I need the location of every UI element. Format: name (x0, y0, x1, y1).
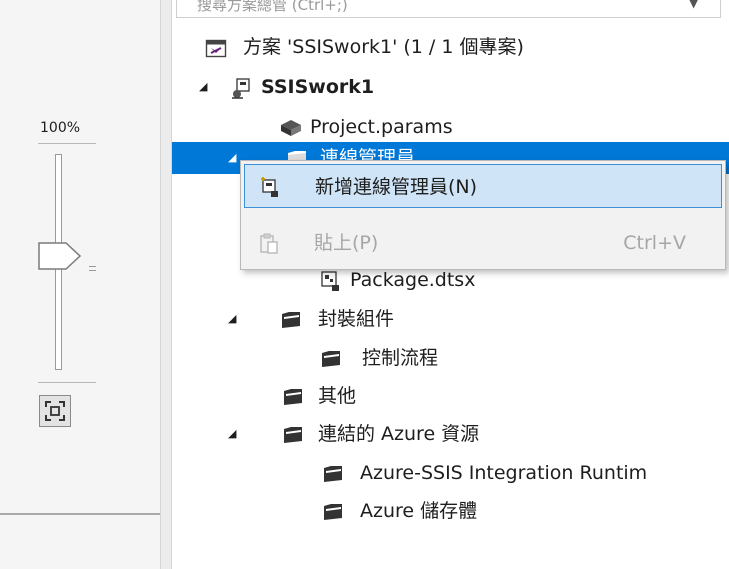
tree-item-label: 連結的 Azure 資源 (318, 423, 480, 445)
params-icon (281, 120, 301, 136)
tree-item-label: Project.params (310, 116, 453, 138)
tree-item-label: 方案 'SSISwork1' (1 / 1 個專案) (243, 36, 524, 58)
menu-item-label: 貼上(P) (314, 232, 379, 254)
zoom-level-label: 100% (40, 120, 81, 136)
menu-item-paste[interactable]: 貼上(P) Ctrl+V (244, 221, 722, 265)
folder-icon (282, 312, 300, 328)
tree-item-label: SSISwork1 (261, 76, 375, 98)
folder-icon (284, 389, 302, 405)
paste-icon (260, 233, 278, 254)
pane-separator (0, 513, 160, 515)
zoom-rule-top (38, 143, 96, 144)
package-icon (321, 271, 339, 291)
expand-icon[interactable]: ◢ (228, 418, 242, 450)
menu-item-shortcut: Ctrl+V (623, 232, 686, 254)
context-menu: 新增連線管理員(N) 貼上(P) Ctrl+V (240, 160, 726, 270)
tree-item-label: 封裝組件 (318, 308, 395, 330)
expand-icon[interactable]: ◢ (199, 71, 213, 103)
tree-item-label: Azure-SSIS Integration Runtim (360, 462, 648, 484)
search-input[interactable]: 搜尋方案總管 (Ctrl+;) ▼ (176, 0, 721, 18)
expand-icon[interactable]: ◢ (228, 303, 242, 335)
zoom-to-fit-button[interactable] (39, 395, 71, 427)
folder-icon (324, 466, 342, 482)
ssis-project-icon (232, 78, 250, 99)
tree-item-label: 控制流程 (362, 347, 439, 369)
search-placeholder: 搜尋方案總管 (Ctrl+;) (197, 0, 348, 14)
zoom-fit-icon (45, 401, 65, 421)
new-connection-icon (261, 177, 278, 197)
splitter[interactable] (160, 0, 172, 569)
zoom-pane: 100% (0, 0, 160, 569)
zoom-rule-bottom (38, 382, 96, 383)
folder-icon (322, 351, 340, 367)
search-options-icon[interactable]: ▼ (689, 0, 698, 10)
tree-item-label: 其他 (318, 385, 357, 407)
tree-item-label: Azure 儲存體 (360, 500, 478, 522)
zoom-slider-thumb[interactable] (38, 241, 82, 270)
solution-icon (205, 39, 227, 58)
menu-item-new-connection-manager[interactable]: 新增連線管理員(N) (244, 164, 722, 208)
folder-icon (284, 427, 302, 443)
menu-item-label: 新增連線管理員(N) (315, 176, 478, 198)
folder-icon (324, 504, 342, 520)
zoom-default-tick (89, 266, 96, 271)
